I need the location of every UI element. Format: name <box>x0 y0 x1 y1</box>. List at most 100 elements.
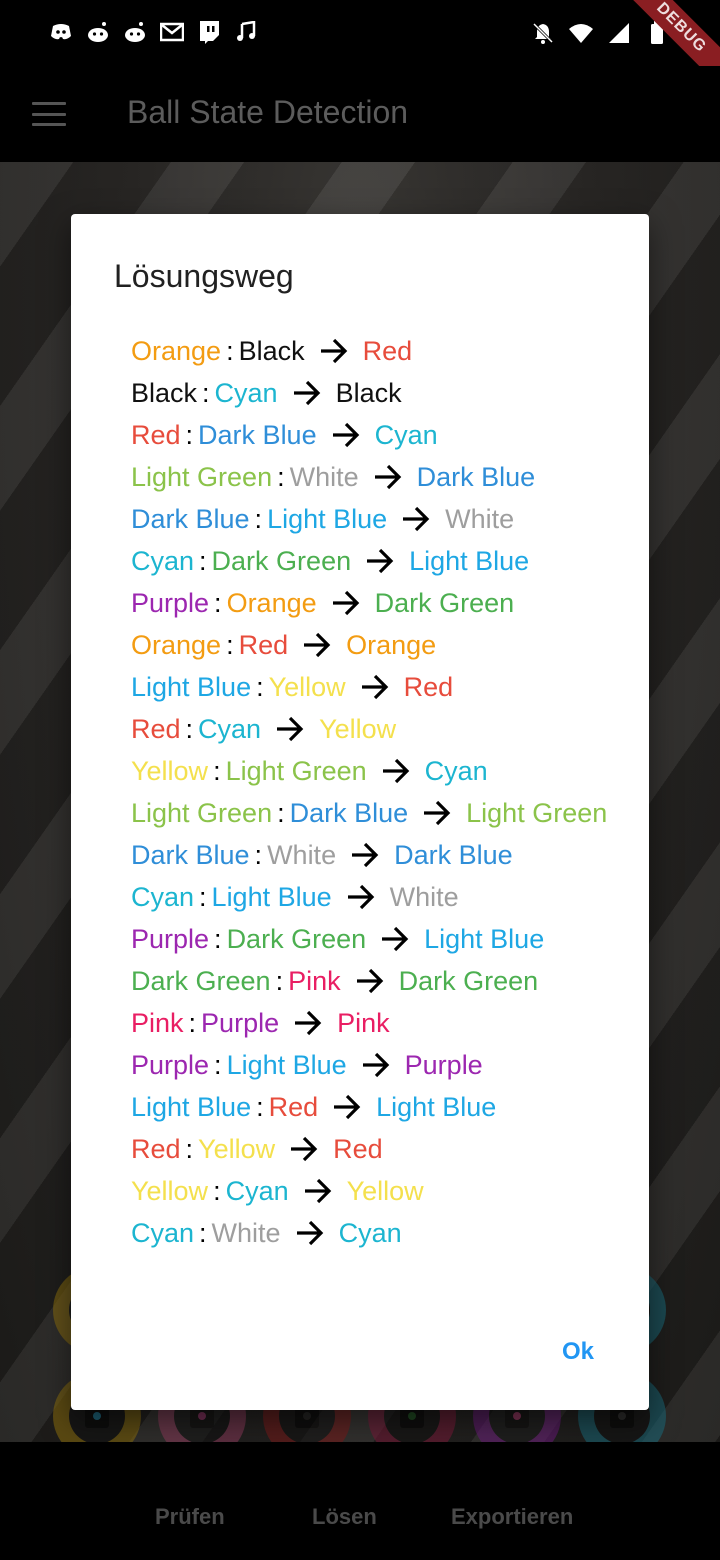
arrow-right-icon <box>362 1052 389 1078</box>
step-source-tube: Light Blue <box>131 671 252 702</box>
solution-step: Cyan: Dark Green Light Blue <box>131 540 607 582</box>
step-source-tube: Light Blue <box>131 1091 252 1122</box>
ok-button[interactable]: Ok <box>562 1338 594 1366</box>
step-ball-color: White <box>267 839 337 870</box>
step-separator: : <box>199 545 207 576</box>
step-target-tube: Dark Green <box>374 587 515 618</box>
solution-step: Dark Blue: Light Blue White <box>131 498 607 540</box>
solution-step: Yellow: Light Green Cyan <box>131 750 607 792</box>
solution-step: Orange: Red Orange <box>131 624 607 666</box>
arrow-right-icon <box>361 674 388 700</box>
step-separator: : <box>188 1007 197 1038</box>
status-bar: DEBUG <box>0 0 720 99</box>
step-target-tube: Dark Blue <box>394 839 513 870</box>
solution-step: Purple: Dark Green Light Blue <box>131 918 607 960</box>
arrow-right-icon <box>304 1178 331 1204</box>
step-separator: : <box>226 629 234 660</box>
arrow-right-icon <box>332 422 359 448</box>
step-target-tube: Dark Blue <box>416 461 536 492</box>
step-ball-color: Pink <box>288 965 341 996</box>
step-ball-color: Dark Blue <box>198 419 317 450</box>
step-ball-color: Yellow <box>198 1133 276 1164</box>
arrow-right-icon <box>304 632 331 658</box>
step-ball-color: Dark Green <box>211 545 352 576</box>
solve-button[interactable]: Lösen <box>312 1504 377 1530</box>
step-separator: : <box>226 335 234 366</box>
music-note-icon <box>233 20 259 44</box>
step-ball-color: Light Blue <box>211 881 332 912</box>
arrow-right-icon <box>382 926 409 952</box>
step-ball-color: Light Green <box>225 755 367 786</box>
signal-icon <box>606 20 632 46</box>
step-separator: : <box>199 881 207 912</box>
step-separator: : <box>213 755 221 786</box>
dialog-title: Lösungsweg <box>114 258 294 294</box>
arrow-right-icon <box>382 758 409 784</box>
step-separator: : <box>256 671 264 702</box>
step-ball-color: Red <box>268 1091 319 1122</box>
step-target-tube: Pink <box>337 1007 390 1038</box>
step-target-tube: White <box>445 503 515 534</box>
arrow-right-icon <box>320 338 347 364</box>
solution-step: Purple: Light Blue Purple <box>131 1044 607 1086</box>
arrow-right-icon <box>403 506 430 532</box>
solution-step: Red: Cyan Yellow <box>131 708 607 750</box>
check-button[interactable]: Prüfen <box>155 1504 225 1530</box>
step-target-tube: White <box>389 881 459 912</box>
step-separator: : <box>275 965 284 996</box>
solution-step: Light Green: White Dark Blue <box>131 456 607 498</box>
solution-step: Light Green: Dark Blue Light Green <box>131 792 607 834</box>
step-source-tube: Light Green <box>131 797 273 828</box>
arrow-right-icon <box>334 1094 361 1120</box>
step-source-tube: Purple <box>131 1049 210 1080</box>
step-target-tube: Dark Green <box>398 965 539 996</box>
solution-step: Orange: Black Red <box>131 330 607 372</box>
step-source-tube: Yellow <box>131 755 209 786</box>
twitch-icon <box>196 20 222 44</box>
step-source-tube: Cyan <box>131 545 195 576</box>
step-ball-color: White <box>211 1217 281 1248</box>
step-target-tube: Purple <box>404 1049 483 1080</box>
menu-icon[interactable] <box>32 102 66 126</box>
bottom-nav: Prüfen Lösen Exportieren <box>0 1442 720 1560</box>
step-ball-color: Yellow <box>268 671 346 702</box>
step-source-tube: Dark Blue <box>131 503 250 534</box>
step-ball-color: Orange <box>226 587 317 618</box>
step-ball-color: Cyan <box>214 377 278 408</box>
step-ball-color: Dark Green <box>226 923 367 954</box>
step-source-tube: Pink <box>131 1007 184 1038</box>
arrow-right-icon <box>332 590 359 616</box>
solution-step: Black: Cyan Black <box>131 372 607 414</box>
arrow-right-icon <box>352 842 379 868</box>
step-ball-color: Light Blue <box>226 1049 347 1080</box>
step-separator: : <box>277 461 285 492</box>
wifi-icon <box>568 20 594 46</box>
step-ball-color: Dark Blue <box>289 797 409 828</box>
step-target-tube: Yellow <box>346 1175 424 1206</box>
step-separator: : <box>254 839 263 870</box>
step-separator: : <box>185 1133 194 1164</box>
step-source-tube: Dark Green <box>131 965 271 996</box>
arrow-right-icon <box>367 548 394 574</box>
arrow-right-icon <box>277 716 304 742</box>
arrow-right-icon <box>295 1010 322 1036</box>
arrow-right-icon <box>296 1220 323 1246</box>
step-ball-color: White <box>289 461 359 492</box>
step-ball-color: Red <box>238 629 289 660</box>
export-button[interactable]: Exportieren <box>451 1504 573 1530</box>
solution-dialog: Lösungsweg Orange: Black Red Black: Cyan Blac… <box>71 214 649 1410</box>
app-title: Ball State Detection <box>127 94 409 130</box>
solution-step: Cyan: White Cyan <box>131 1212 607 1254</box>
discord-icon <box>48 20 74 44</box>
notification-icons <box>48 20 259 44</box>
step-source-tube: Yellow <box>131 1175 209 1206</box>
arrow-right-icon <box>356 968 383 994</box>
arrow-right-icon <box>293 380 320 406</box>
step-source-tube: Orange <box>131 335 222 366</box>
step-target-tube: Black <box>335 377 402 408</box>
step-target-tube: Light Blue <box>424 923 545 954</box>
app-bar: Ball State Detection <box>0 66 720 162</box>
step-target-tube: Orange <box>346 629 437 660</box>
step-target-tube: Cyan <box>374 419 438 450</box>
step-source-tube: Red <box>131 1133 181 1164</box>
